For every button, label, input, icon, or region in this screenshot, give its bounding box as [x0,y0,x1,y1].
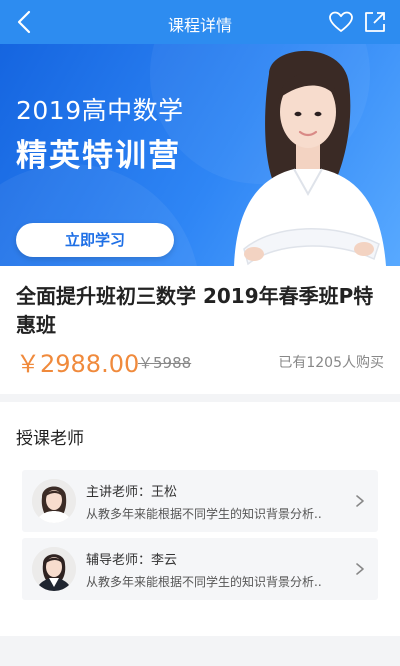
teacher-name: 主讲老师：王松 [86,485,178,500]
teachers-section: 授课老师 主讲老师：王松 从教多年来能根据不同学生的知识背景分析.. 辅导老师：… [0,402,400,636]
teacher-photo [234,50,386,266]
teacher-description: 从教多年来能根据不同学生的知识背景分析.. [86,575,322,589]
course-price: ￥2988.00 [16,350,140,378]
course-title: 全面提升班初三数学 2019年春季班P特惠班 [16,284,374,337]
teacher-description: 从教多年来能根据不同学生的知识背景分析.. [86,507,322,521]
banner-subheadline: 精英特训营 [16,138,181,174]
original-price: ￥5988 [138,354,192,372]
chevron-right-icon [356,563,364,575]
teacher-card[interactable]: 主讲老师：王松 从教多年来能根据不同学生的知识背景分析.. [22,470,378,532]
bottom-spacer [0,636,400,666]
start-learning-button[interactable]: 立即学习 [16,223,174,257]
buyers-count: 已有1205人购买 [278,355,384,371]
course-info: 全面提升班初三数学 2019年春季班P特惠班 ￥2988.00 ￥5988 已有… [0,266,400,394]
nav-bar: 课程详情 [0,0,400,44]
teacher-name: 辅导老师：李云 [86,553,178,568]
course-banner: 2019高中数学 精英特训营 立即学习 [0,44,400,266]
heart-icon[interactable] [328,9,354,35]
teacher-card[interactable]: 辅导老师：李云 从教多年来能根据不同学生的知识背景分析.. [22,538,378,600]
share-icon[interactable] [362,9,388,35]
avatar [32,547,76,591]
banner-headline: 2019高中数学 [16,96,184,125]
avatar [32,479,76,523]
section-title: 授课老师 [16,429,84,449]
chevron-right-icon [356,495,364,507]
